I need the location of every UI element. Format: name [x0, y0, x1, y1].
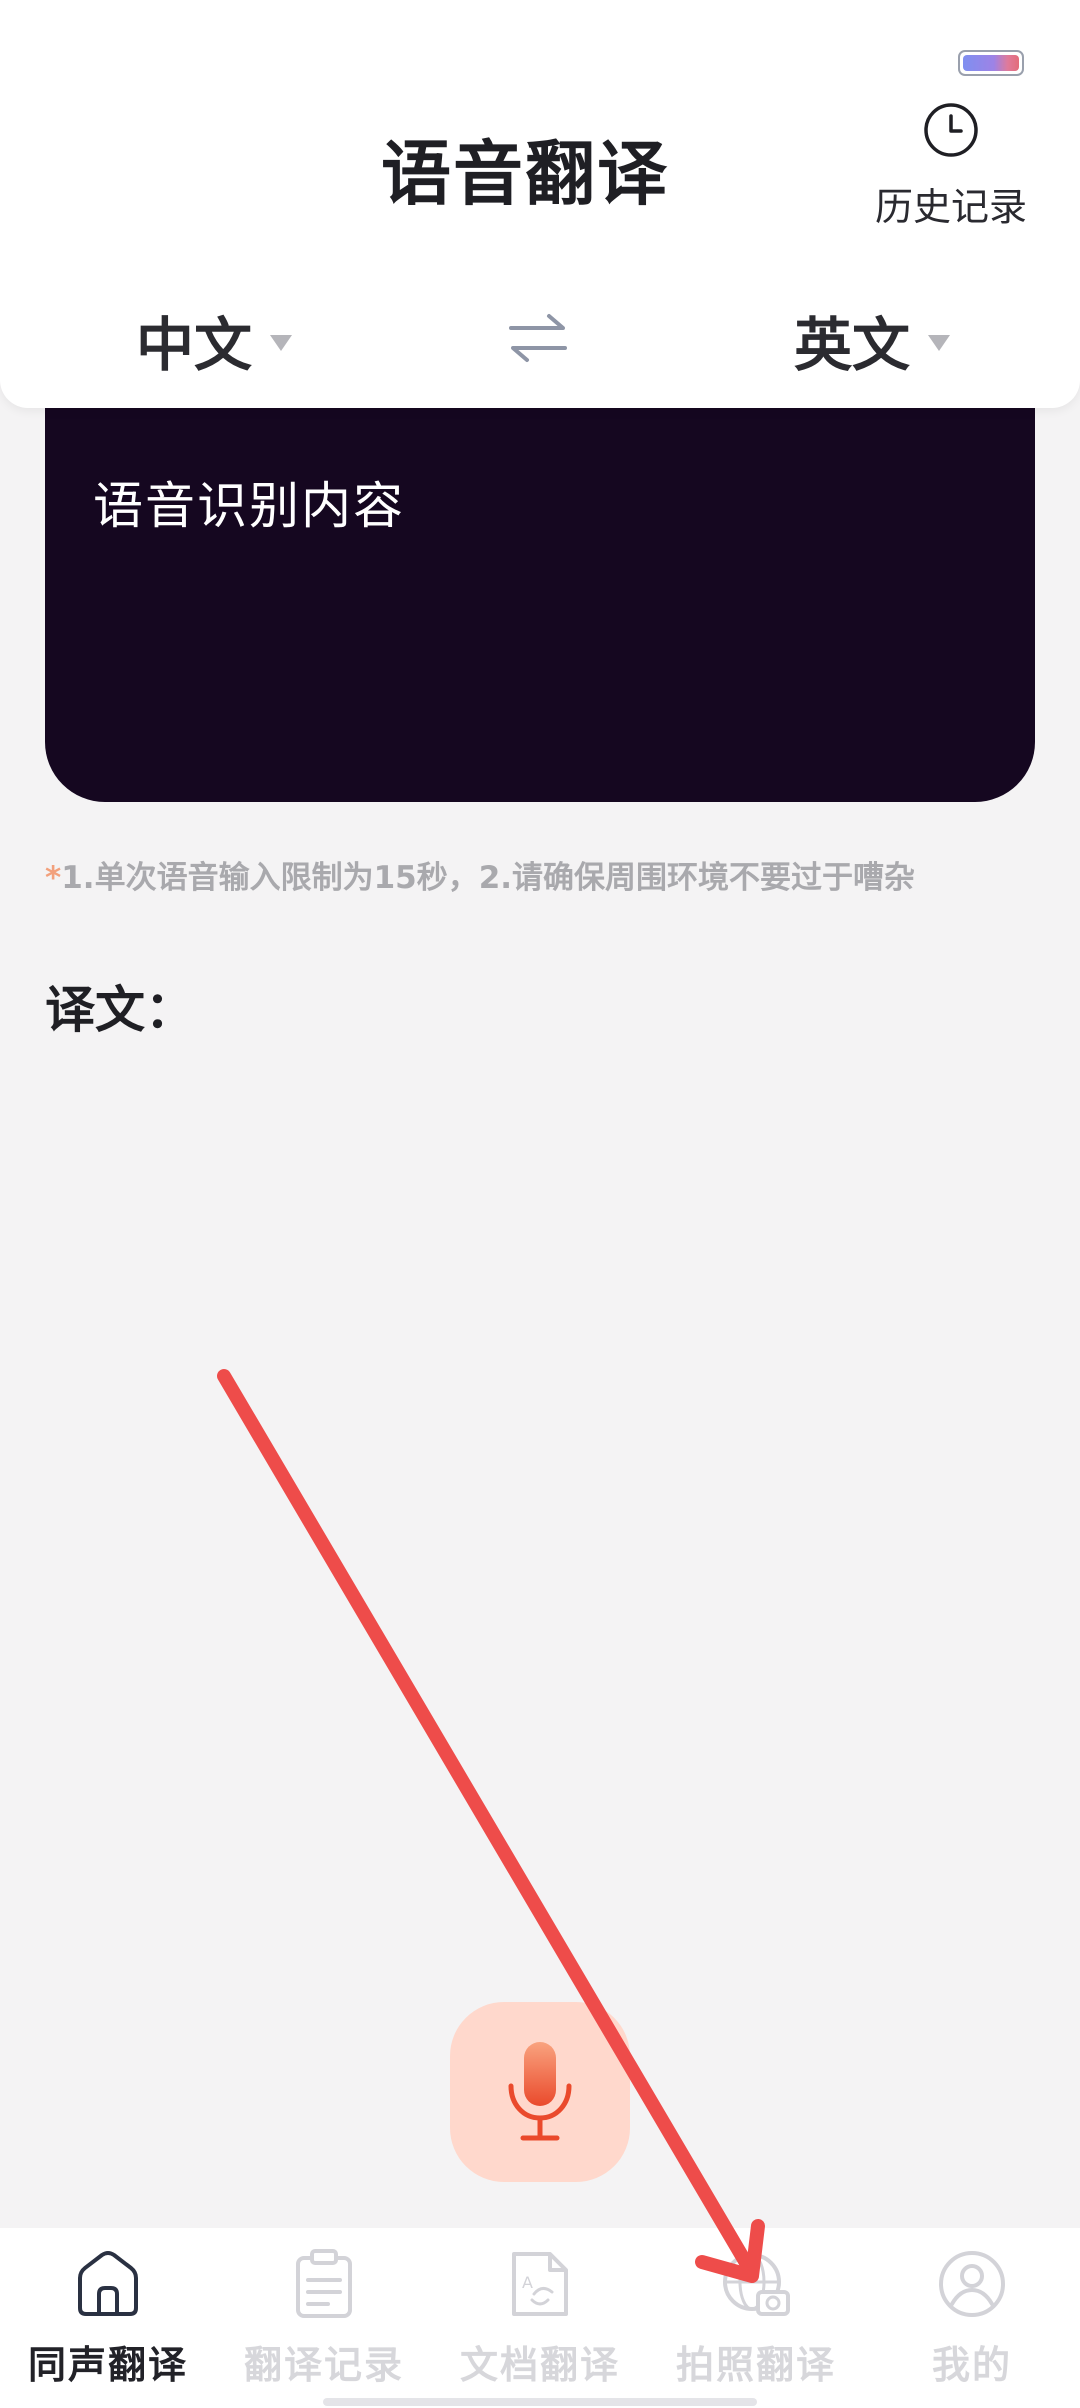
tab-label: 翻译记录: [243, 2343, 404, 2387]
chevron-down-icon: [270, 335, 293, 351]
history-button[interactable]: 历史记录: [866, 102, 1036, 232]
tab-my-profile[interactable]: 我的: [864, 2228, 1080, 2408]
tab-label: 文档翻译: [459, 2343, 620, 2387]
source-language-select[interactable]: 中文: [136, 300, 293, 380]
chevron-down-icon: [928, 335, 951, 351]
globe-camera-icon: [723, 2253, 790, 2316]
swap-language-button[interactable]: [505, 310, 571, 370]
tab-label: 同声翻译: [27, 2343, 188, 2387]
history-label: 历史记录: [874, 185, 1027, 229]
target-language-label: 英文: [794, 311, 911, 379]
document-translate-icon: A: [512, 2252, 568, 2316]
header: 语音翻译 历史记录 中文 英文: [0, 0, 1080, 408]
tab-label: 拍照翻译: [675, 2343, 836, 2387]
svg-text:A: A: [522, 2273, 533, 2292]
tab-simultaneous-translation[interactable]: 同声翻译: [0, 2228, 216, 2408]
clipboard-icon: [296, 2249, 352, 2318]
bottom-tab-bar: 同声翻译 翻译记录 A 文档翻译 拍照翻译 我的: [0, 2228, 1080, 2408]
tab-photo-translation[interactable]: 拍照翻译: [648, 2228, 864, 2408]
home-icon: [78, 2251, 138, 2316]
input-tip: *1.单次语音输入限制为15秒，2.请确保周围环境不要过于嘈杂: [45, 852, 915, 897]
tab-document-translation[interactable]: A 文档翻译: [432, 2228, 648, 2408]
tab-label: 我的: [931, 2343, 1012, 2387]
home-indicator: [323, 2398, 757, 2406]
microphone-button[interactable]: [450, 2002, 630, 2182]
user-icon: [939, 2251, 1005, 2317]
speech-recognition-card[interactable]: 语音识别内容: [45, 380, 1035, 802]
battery-icon: [958, 50, 1024, 76]
microphone-icon: [508, 2042, 572, 2141]
tip-star: *: [45, 860, 62, 896]
translation-label: 译文：: [45, 981, 195, 1039]
swap-arrows-icon: [509, 314, 567, 362]
target-language-select[interactable]: 英文: [794, 300, 951, 380]
recognition-placeholder: 语音识别内容: [93, 477, 405, 535]
clock-icon: [924, 103, 978, 157]
source-language-label: 中文: [136, 311, 253, 379]
tip-text: 1.单次语音输入限制为15秒，2.请确保周围环境不要过于嘈杂: [61, 860, 916, 896]
tab-translation-records[interactable]: 翻译记录: [216, 2228, 432, 2408]
